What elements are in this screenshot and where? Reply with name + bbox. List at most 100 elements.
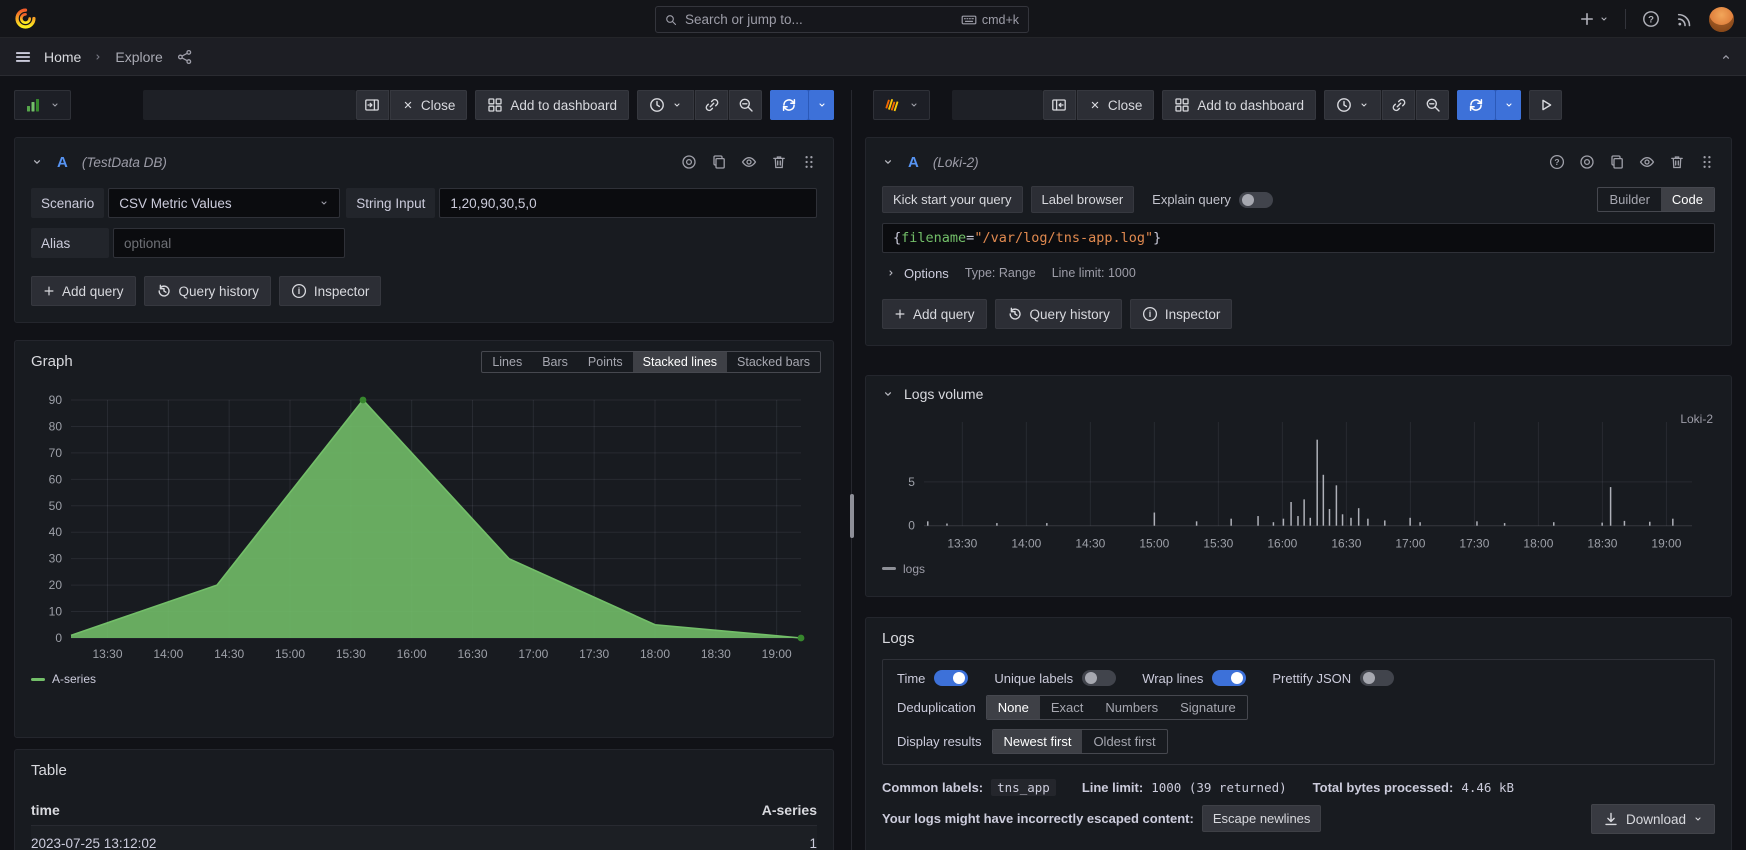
graph-mode-lines[interactable]: Lines xyxy=(482,352,532,372)
close-pane-button[interactable]: Close xyxy=(1077,90,1155,120)
graph-mode-bars[interactable]: Bars xyxy=(532,352,578,372)
string-input[interactable] xyxy=(450,196,806,211)
query-actions: Add query Query history Inspector xyxy=(31,276,817,306)
editor-mode-code[interactable]: Code xyxy=(1661,188,1714,211)
copy-link-button[interactable] xyxy=(1382,90,1415,120)
query-options-row[interactable]: Options Type: Range Line limit: 1000 xyxy=(882,261,1715,285)
datasource-help-icon[interactable] xyxy=(681,154,697,170)
pane-resize-divider[interactable] xyxy=(851,90,852,850)
time-toggle[interactable] xyxy=(934,670,968,686)
news-icon[interactable] xyxy=(1676,11,1693,28)
display-oldest-first[interactable]: Oldest first xyxy=(1082,730,1166,753)
drag-handle-icon[interactable] xyxy=(801,154,817,170)
logs-volume-panel: Logs volume Loki-2 13:3014:0014:3015:001… xyxy=(865,375,1732,597)
escape-newlines-button[interactable]: Escape newlines xyxy=(1202,805,1322,832)
left-datasource-picker[interactable] xyxy=(14,90,71,120)
dedup-exact[interactable]: Exact xyxy=(1040,696,1095,719)
table-row[interactable]: 2023-07-25 13:12:02 1 xyxy=(31,825,817,850)
editor-mode-builder[interactable]: Builder xyxy=(1598,188,1660,211)
add-query-button[interactable]: Add query xyxy=(31,276,136,306)
explain-query-toggle[interactable] xyxy=(1239,192,1273,208)
dedup-signature[interactable]: Signature xyxy=(1169,696,1247,719)
query-history-button[interactable]: Query history xyxy=(995,299,1122,329)
timeseries-chart[interactable]: 13:3014:0014:3015:0015:3016:0016:3017:00… xyxy=(31,384,817,670)
graph-mode-points[interactable]: Points xyxy=(578,352,633,372)
logs-volume-chart[interactable]: 13:3014:0014:3015:0015:3016:0016:3017:00… xyxy=(882,408,1715,560)
breadcrumb-home[interactable]: Home xyxy=(44,49,81,65)
wrap-lines-toggle[interactable] xyxy=(1212,670,1246,686)
alias-input[interactable] xyxy=(124,236,334,251)
query-help-icon[interactable] xyxy=(1549,154,1565,170)
graph-mode-stacked-lines[interactable]: Stacked lines xyxy=(633,352,727,372)
table-col-time[interactable]: time xyxy=(31,802,60,818)
scenario-select[interactable]: CSV Metric Values xyxy=(108,188,340,218)
search-input[interactable] xyxy=(685,12,953,27)
breadcrumb-explore[interactable]: Explore xyxy=(115,49,162,65)
remove-query-icon[interactable] xyxy=(1669,154,1685,170)
new-button[interactable] xyxy=(1579,11,1609,27)
add-query-button[interactable]: Add query xyxy=(882,299,987,329)
refresh-interval-button[interactable] xyxy=(809,90,834,120)
collapse-section-icon[interactable] xyxy=(882,388,894,400)
add-to-dashboard-button[interactable]: Add to dashboard xyxy=(1162,90,1316,120)
prettify-json-toggle[interactable] xyxy=(1360,670,1394,686)
collapse-query-icon[interactable] xyxy=(31,156,43,168)
graph-legend[interactable]: A-series xyxy=(31,672,817,686)
inspector-button[interactable]: Inspector xyxy=(279,276,382,306)
widen-pane-button[interactable] xyxy=(356,90,389,120)
duplicate-query-icon[interactable] xyxy=(1609,154,1625,170)
topbar-actions xyxy=(1579,0,1734,38)
table-panel-title: Table xyxy=(31,762,817,779)
display-newest-first[interactable]: Newest first xyxy=(993,730,1083,753)
toggle-visibility-icon[interactable] xyxy=(1639,154,1655,170)
alias-field[interactable] xyxy=(113,228,345,258)
logs-options-box: Time Unique labels Wrap lines Prettify J… xyxy=(882,659,1715,765)
kick-start-button[interactable]: Kick start your query xyxy=(882,186,1023,213)
table-col-aseries[interactable]: A-series xyxy=(762,802,817,818)
widen-pane-button[interactable] xyxy=(1043,90,1076,120)
help-icon[interactable] xyxy=(1642,10,1660,28)
drag-handle-icon[interactable] xyxy=(1699,154,1715,170)
download-button[interactable]: Download xyxy=(1591,804,1715,834)
logs-volume-legend[interactable]: logs xyxy=(882,562,1715,576)
duplicate-query-icon[interactable] xyxy=(711,154,727,170)
refresh-button[interactable] xyxy=(1457,90,1495,120)
unique-labels-toggle[interactable] xyxy=(1082,670,1116,686)
collapse-query-icon[interactable] xyxy=(882,156,894,168)
zoom-out-button[interactable] xyxy=(729,90,762,120)
menu-icon[interactable] xyxy=(14,48,32,66)
string-input-field[interactable] xyxy=(439,188,817,218)
time-picker-button[interactable] xyxy=(637,90,694,120)
pane-resize-handle[interactable] xyxy=(850,494,854,538)
right-datasource-picker[interactable] xyxy=(873,90,930,120)
close-pane-button[interactable]: Close xyxy=(390,90,468,120)
run-query-button[interactable] xyxy=(1529,90,1562,120)
refresh-interval-button[interactable] xyxy=(1496,90,1521,120)
query-history-button[interactable]: Query history xyxy=(144,276,271,306)
share-icon[interactable] xyxy=(177,49,193,65)
svg-text:17:30: 17:30 xyxy=(579,647,609,661)
dedup-none[interactable]: None xyxy=(987,696,1040,719)
label-browser-button[interactable]: Label browser xyxy=(1031,186,1135,213)
logs-volume-header[interactable]: Logs volume xyxy=(882,386,1715,402)
refresh-button[interactable] xyxy=(770,90,808,120)
time-picker-button[interactable] xyxy=(1324,90,1381,120)
search-bar[interactable]: cmd+k xyxy=(655,6,1029,33)
logql-query-input[interactable]: {filename="/var/log/tns-app.log"} xyxy=(882,223,1715,253)
add-to-dashboard-button[interactable]: Add to dashboard xyxy=(475,90,629,120)
query-ref-id[interactable]: A xyxy=(57,154,68,171)
collapse-controls-button[interactable] xyxy=(1720,51,1732,63)
left-toolbar: Close Add to dashboard xyxy=(14,90,834,120)
datasource-help-icon[interactable] xyxy=(1579,154,1595,170)
grafana-logo-icon[interactable] xyxy=(14,7,37,30)
inspector-button[interactable]: Inspector xyxy=(1130,299,1233,329)
line-limit-value: 1000 (39 returned) xyxy=(1151,780,1286,795)
query-ref-id[interactable]: A xyxy=(908,154,919,171)
toggle-visibility-icon[interactable] xyxy=(741,154,757,170)
avatar[interactable] xyxy=(1709,7,1734,32)
copy-link-button[interactable] xyxy=(695,90,728,120)
graph-mode-stacked-bars[interactable]: Stacked bars xyxy=(727,352,820,372)
dedup-numbers[interactable]: Numbers xyxy=(1094,696,1169,719)
zoom-out-button[interactable] xyxy=(1416,90,1449,120)
remove-query-icon[interactable] xyxy=(771,154,787,170)
